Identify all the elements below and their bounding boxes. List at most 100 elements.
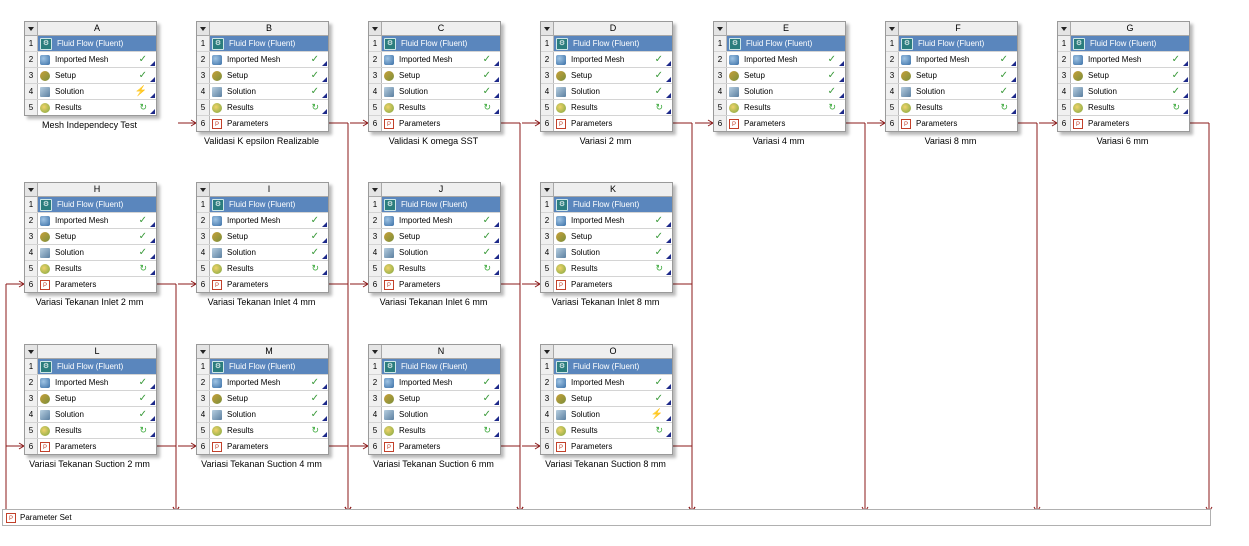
cell-row[interactable]: 2 Imported Mesh ✓ [197, 213, 328, 229]
cell[interactable]: Imported Mesh ✓ [554, 52, 672, 67]
cell-row[interactable]: 2 Imported Mesh ✓ [714, 52, 845, 68]
cell-row[interactable]: 4 Solution ✓ [1058, 84, 1189, 100]
system-block[interactable]: O 1 ⚙ Fluid Flow (Fluent) 2 Imported Mesh ✓ 3 Se… [540, 344, 673, 455]
system-block[interactable]: K 1 ⚙ Fluid Flow (Fluent) 2 Imported Mesh ✓ 3 Se… [540, 182, 673, 293]
cell-row[interactable]: 5 Results ↻ [541, 261, 672, 277]
cell[interactable]: Solution ✓ [899, 84, 1017, 99]
cell[interactable]: Setup ✓ [727, 68, 845, 83]
cell-row[interactable]: 5 Results ↻ [1058, 100, 1189, 116]
cell[interactable]: P Parameters [210, 439, 328, 454]
cell[interactable]: Setup ✓ [38, 229, 156, 244]
system-caption[interactable]: Variasi Tekanan Inlet 2 mm [24, 297, 155, 307]
cell[interactable]: Imported Mesh ✓ [554, 213, 672, 228]
cell[interactable]: P Parameters [1071, 116, 1189, 131]
cell-row[interactable]: 1 ⚙ Fluid Flow (Fluent) [25, 359, 156, 375]
cell[interactable]: Results ↻ [554, 100, 672, 115]
system-header[interactable]: C [369, 22, 500, 36]
cell-row[interactable]: 2 Imported Mesh ✓ [369, 375, 500, 391]
cell-row[interactable]: 5 Results ↻ [369, 423, 500, 439]
cell-row[interactable]: 3 Setup ✓ [25, 391, 156, 407]
cell[interactable]: ⚙ Fluid Flow (Fluent) [899, 36, 1017, 51]
system-header[interactable]: O [541, 345, 672, 359]
cell[interactable]: ⚙ Fluid Flow (Fluent) [554, 197, 672, 212]
system-block[interactable]: I 1 ⚙ Fluid Flow (Fluent) 2 Imported Mesh ✓ 3 Se… [196, 182, 329, 293]
dropdown-arrow-icon[interactable] [541, 183, 554, 196]
dropdown-arrow-icon[interactable] [197, 22, 210, 35]
cell[interactable]: Solution ✓ [382, 407, 500, 422]
cell-row[interactable]: 1 ⚙ Fluid Flow (Fluent) [369, 197, 500, 213]
cell[interactable]: Imported Mesh ✓ [554, 375, 672, 390]
cell-row[interactable]: 2 Imported Mesh ✓ [886, 52, 1017, 68]
dropdown-arrow-icon[interactable] [369, 345, 382, 358]
system-d[interactable]: D 1 ⚙ Fluid Flow (Fluent) 2 Imported Mesh ✓ 3 Se… [540, 21, 677, 146]
cell-row[interactable]: 2 Imported Mesh ✓ [25, 213, 156, 229]
parameter-set-bar[interactable]: P Parameter Set [2, 509, 1211, 526]
cell[interactable]: Setup ✓ [554, 391, 672, 406]
cell[interactable]: Setup ✓ [899, 68, 1017, 83]
dropdown-arrow-icon[interactable] [1058, 22, 1071, 35]
cell[interactable]: Results ↻ [727, 100, 845, 115]
cell-row[interactable]: 6 P Parameters [541, 439, 672, 454]
cell-row[interactable]: 6 P Parameters [369, 116, 500, 131]
cell[interactable]: Solution ✓ [382, 84, 500, 99]
system-caption[interactable]: Variasi Tekanan Suction 4 mm [196, 459, 327, 469]
system-caption[interactable]: Variasi 8 mm [885, 136, 1016, 146]
cell[interactable]: Results ↻ [38, 261, 156, 276]
cell-row[interactable]: 3 Setup ✓ [25, 68, 156, 84]
system-block[interactable]: H 1 ⚙ Fluid Flow (Fluent) 2 Imported Mesh ✓ 3 Se… [24, 182, 157, 293]
cell-row[interactable]: 4 Solution ✓ [541, 84, 672, 100]
system-block[interactable]: A 1 ⚙ Fluid Flow (Fluent) 2 Imported Mesh ✓ 3 Se… [24, 21, 157, 116]
system-block[interactable]: C 1 ⚙ Fluid Flow (Fluent) 2 Imported Mesh ✓ 3 Se… [368, 21, 501, 132]
cell[interactable]: Imported Mesh ✓ [210, 213, 328, 228]
dropdown-arrow-icon[interactable] [369, 183, 382, 196]
cell[interactable]: Results ↻ [382, 261, 500, 276]
cell-row[interactable]: 1 ⚙ Fluid Flow (Fluent) [197, 359, 328, 375]
cell[interactable]: ⚙ Fluid Flow (Fluent) [210, 197, 328, 212]
cell-row[interactable]: 3 Setup ✓ [541, 68, 672, 84]
cell-row[interactable]: 1 ⚙ Fluid Flow (Fluent) [714, 36, 845, 52]
cell-row[interactable]: 2 Imported Mesh ✓ [25, 375, 156, 391]
cell-row[interactable]: 6 P Parameters [886, 116, 1017, 131]
cell-row[interactable]: 6 P Parameters [369, 277, 500, 292]
cell[interactable]: Setup ✓ [382, 68, 500, 83]
system-header[interactable]: M [197, 345, 328, 359]
cell-row[interactable]: 6 P Parameters [541, 116, 672, 131]
cell-row[interactable]: 2 Imported Mesh ✓ [197, 52, 328, 68]
cell[interactable]: P Parameters [554, 116, 672, 131]
cell[interactable]: Setup ✓ [210, 229, 328, 244]
system-header[interactable]: I [197, 183, 328, 197]
cell-row[interactable]: 6 P Parameters [25, 277, 156, 292]
cell-row[interactable]: 4 Solution ⚡ [541, 407, 672, 423]
cell-row[interactable]: 3 Setup ✓ [25, 229, 156, 245]
system-block[interactable]: G 1 ⚙ Fluid Flow (Fluent) 2 Imported Mesh ✓ 3 Se… [1057, 21, 1190, 132]
cell[interactable]: ⚙ Fluid Flow (Fluent) [382, 36, 500, 51]
cell[interactable]: Imported Mesh ✓ [38, 375, 156, 390]
system-header[interactable]: A [25, 22, 156, 36]
cell-row[interactable]: 6 P Parameters [369, 439, 500, 454]
cell[interactable]: Solution ✓ [1071, 84, 1189, 99]
cell[interactable]: Setup ✓ [382, 229, 500, 244]
system-caption[interactable]: Variasi 6 mm [1057, 136, 1188, 146]
system-k[interactable]: K 1 ⚙ Fluid Flow (Fluent) 2 Imported Mesh ✓ 3 Se… [540, 182, 677, 307]
cell[interactable]: Results ↻ [38, 100, 156, 115]
system-caption[interactable]: Validasi K omega SST [368, 136, 499, 146]
cell[interactable]: Results ↻ [38, 423, 156, 438]
cell[interactable]: ⚙ Fluid Flow (Fluent) [382, 197, 500, 212]
cell[interactable]: Setup ✓ [1071, 68, 1189, 83]
system-caption[interactable]: Variasi Tekanan Inlet 6 mm [368, 297, 499, 307]
system-caption[interactable]: Variasi Tekanan Suction 8 mm [540, 459, 671, 469]
system-j[interactable]: J 1 ⚙ Fluid Flow (Fluent) 2 Imported Mesh ✓ 3 Se… [368, 182, 505, 307]
cell[interactable]: Results ↻ [210, 261, 328, 276]
cell[interactable]: P Parameters [210, 277, 328, 292]
cell[interactable]: Solution ✓ [38, 407, 156, 422]
cell[interactable]: Imported Mesh ✓ [382, 52, 500, 67]
system-m[interactable]: M 1 ⚙ Fluid Flow (Fluent) 2 Imported Mesh ✓ 3 Se… [196, 344, 333, 469]
system-caption[interactable]: Variasi Tekanan Inlet 4 mm [196, 297, 327, 307]
cell-row[interactable]: 3 Setup ✓ [197, 229, 328, 245]
system-block[interactable]: N 1 ⚙ Fluid Flow (Fluent) 2 Imported Mesh ✓ 3 Se… [368, 344, 501, 455]
system-caption[interactable]: Variasi Tekanan Inlet 8 mm [540, 297, 671, 307]
cell-row[interactable]: 3 Setup ✓ [197, 68, 328, 84]
cell-row[interactable]: 2 Imported Mesh ✓ [369, 213, 500, 229]
cell-row[interactable]: 1 ⚙ Fluid Flow (Fluent) [197, 36, 328, 52]
cell[interactable]: Imported Mesh ✓ [38, 213, 156, 228]
